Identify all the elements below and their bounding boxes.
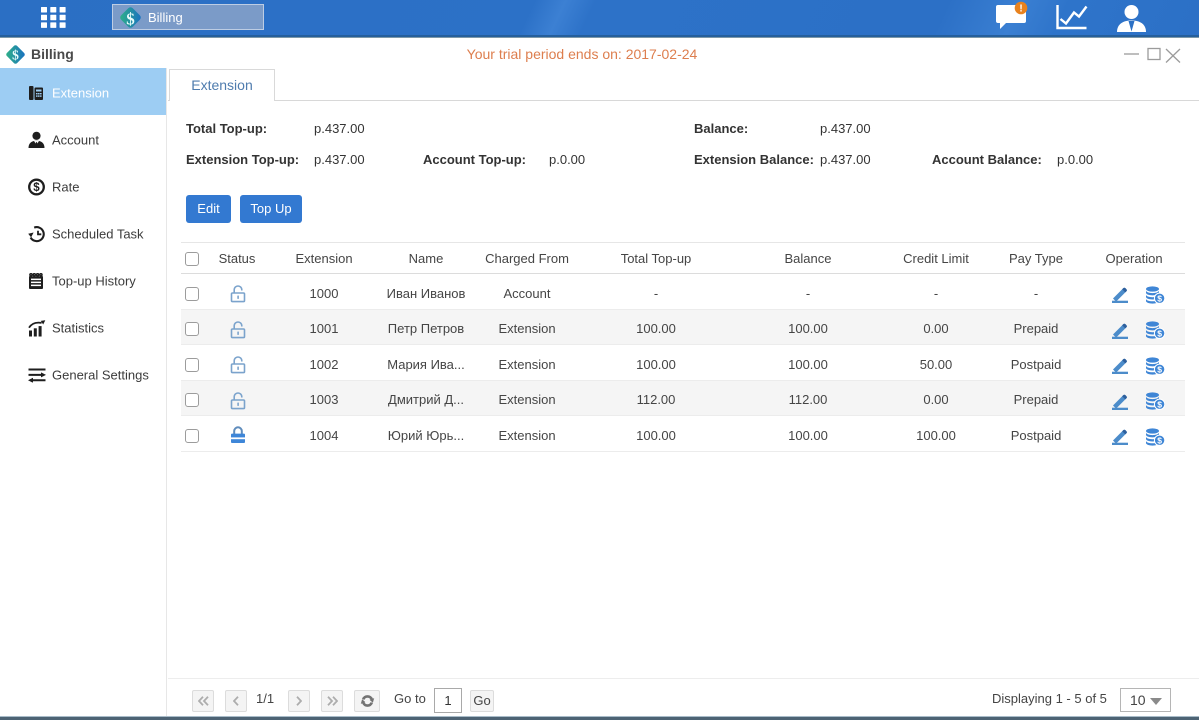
svg-text:$: $ bbox=[33, 182, 40, 194]
svg-text:$: $ bbox=[1157, 435, 1162, 445]
svg-text:$: $ bbox=[12, 48, 19, 63]
svg-text:$: $ bbox=[1157, 328, 1162, 338]
svg-text:$: $ bbox=[1157, 293, 1162, 303]
svg-text:$: $ bbox=[1157, 399, 1162, 409]
svg-text:!: ! bbox=[1019, 4, 1022, 15]
svg-text:$: $ bbox=[1157, 364, 1162, 374]
svg-text:$: $ bbox=[126, 10, 135, 29]
